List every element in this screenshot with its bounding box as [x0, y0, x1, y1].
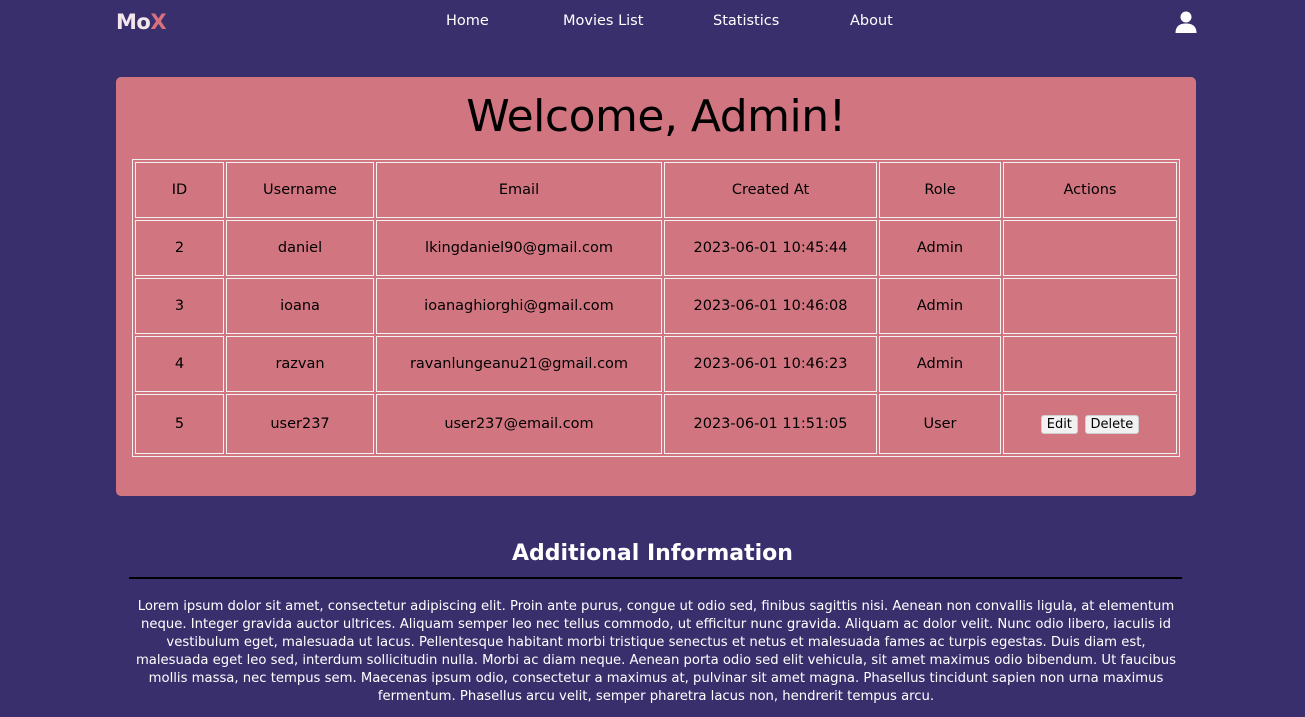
table-row: 5 user237 user237@email.com 2023-06-01 1…: [135, 394, 1177, 454]
additional-info-title: Additional Information: [512, 541, 793, 566]
page-title: Welcome, Admin!: [466, 91, 846, 142]
column-header-created-at: Created At: [664, 162, 877, 218]
cell-id: 3: [135, 278, 224, 334]
cell-id: 4: [135, 336, 224, 392]
cell-email: user237@email.com: [376, 394, 662, 454]
column-header-username: Username: [226, 162, 374, 218]
table-row: 4 razvan ravanlungeanu21@gmail.com 2023-…: [135, 336, 1177, 392]
cell-id: 5: [135, 394, 224, 454]
cell-created-at: 2023-06-01 10:46:23: [664, 336, 877, 392]
table-row: 2 daniel lkingdaniel90@gmail.com 2023-06…: [135, 220, 1177, 276]
cell-actions: [1003, 220, 1177, 276]
column-header-role: Role: [879, 162, 1001, 218]
cell-role: User: [879, 394, 1001, 454]
nav-movies-list[interactable]: Movies List: [563, 13, 643, 29]
delete-button[interactable]: Delete: [1084, 414, 1140, 434]
cell-actions: [1003, 278, 1177, 334]
admin-panel: Welcome, Admin! ID Username Email Create…: [116, 77, 1196, 496]
cell-role: Admin: [879, 220, 1001, 276]
logo-x: X: [150, 10, 167, 34]
cell-username: razvan: [226, 336, 374, 392]
cell-role: Admin: [879, 336, 1001, 392]
logo[interactable]: MoX: [116, 10, 167, 34]
cell-created-at: 2023-06-01 11:51:05: [664, 394, 877, 454]
navbar: MoX Home Movies List Statistics About: [0, 0, 1305, 46]
user-icon[interactable]: [1174, 10, 1198, 34]
table-row: 3 ioana ioanaghiorghi@gmail.com 2023-06-…: [135, 278, 1177, 334]
column-header-actions: Actions: [1003, 162, 1177, 218]
logo-mo: Mo: [116, 10, 151, 34]
cell-created-at: 2023-06-01 10:46:08: [664, 278, 877, 334]
divider: [129, 577, 1182, 579]
nav-home[interactable]: Home: [446, 13, 489, 29]
users-table: ID Username Email Created At Role Action…: [132, 159, 1180, 457]
cell-username: daniel: [226, 220, 374, 276]
cell-email: ravanlungeanu21@gmail.com: [376, 336, 662, 392]
table-header-row: ID Username Email Created At Role Action…: [135, 162, 1177, 218]
cell-actions: [1003, 336, 1177, 392]
cell-email: ioanaghiorghi@gmail.com: [376, 278, 662, 334]
cell-username: ioana: [226, 278, 374, 334]
additional-info-text: Lorem ipsum dolor sit amet, consectetur …: [135, 599, 1177, 704]
cell-created-at: 2023-06-01 10:45:44: [664, 220, 877, 276]
cell-actions: Edit Delete: [1003, 394, 1177, 454]
column-header-email: Email: [376, 162, 662, 218]
nav-statistics[interactable]: Statistics: [713, 13, 779, 29]
cell-role: Admin: [879, 278, 1001, 334]
column-header-id: ID: [135, 162, 224, 218]
edit-button[interactable]: Edit: [1040, 414, 1078, 434]
cell-id: 2: [135, 220, 224, 276]
nav-about[interactable]: About: [850, 13, 893, 29]
cell-email: lkingdaniel90@gmail.com: [376, 220, 662, 276]
cell-username: user237: [226, 394, 374, 454]
